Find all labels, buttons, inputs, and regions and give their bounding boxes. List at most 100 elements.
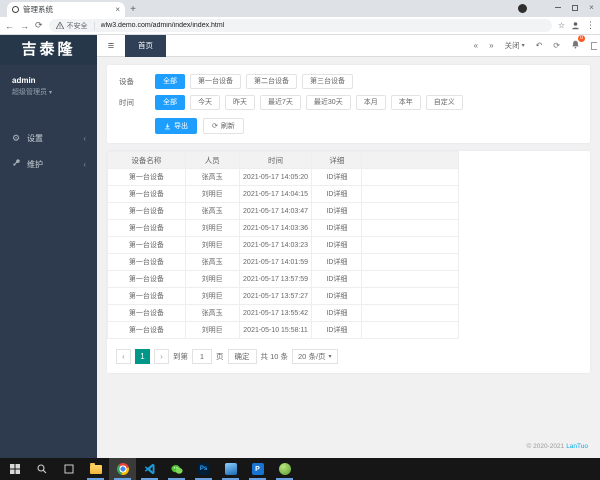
tab-home[interactable]: 首页: [125, 34, 166, 57]
p-app-icon: P: [251, 463, 264, 475]
cell-filler: [361, 270, 459, 288]
cell-device: 第一台设备: [107, 202, 186, 220]
time-filter-custom[interactable]: 自定义: [425, 95, 463, 110]
new-tab-button[interactable]: +: [125, 4, 141, 17]
taskbar-search-button[interactable]: [28, 458, 55, 480]
tab-favicon-icon: [12, 6, 19, 13]
not-secure-warning-icon: [55, 22, 64, 29]
taskbar-chrome[interactable]: [109, 458, 136, 480]
cell-person: 张高玉: [184, 253, 240, 271]
device-filter-3[interactable]: 第三台设备: [302, 74, 353, 89]
sidebar-menu: ⚙ 设置 ‹ 维护 ‹: [0, 125, 97, 177]
back-button[interactable]: ←: [5, 21, 14, 31]
cell-person: 刘明巨: [184, 185, 240, 203]
start-button[interactable]: [1, 458, 28, 480]
cell-detail[interactable]: ID详细: [311, 321, 363, 339]
hamburger-icon[interactable]: ≡: [97, 40, 125, 52]
page-size-select[interactable]: 20 条/页 ▾: [292, 349, 338, 364]
cell-detail[interactable]: ID详细: [311, 202, 363, 220]
omnibox-divider: [93, 21, 95, 30]
export-button[interactable]: 导出: [155, 118, 197, 134]
cell-detail[interactable]: ID详细: [311, 287, 363, 305]
taskbar-file-explorer[interactable]: [82, 458, 109, 480]
address-bar[interactable]: 不安全 wlw3.demo.com/admin/index/index.html: [48, 19, 552, 32]
taskbar-app-cube[interactable]: [217, 458, 244, 480]
cell-time: 2021-05-17 14:05:20: [238, 168, 313, 186]
goto-page-input[interactable]: [192, 349, 212, 364]
window-close-button[interactable]: ×: [583, 0, 600, 15]
cell-time: 2021-05-17 14:03:23: [238, 236, 313, 254]
browser-tab-strip: 管理系统 × + ×: [0, 0, 600, 17]
cell-device: 第一台设备: [107, 270, 186, 288]
brand-link[interactable]: LanTuo: [566, 443, 588, 450]
taskbar-photoshop[interactable]: Ps: [190, 458, 217, 480]
browser-toolbar: ← → ⟳ 不安全 wlw3.demo.com/admin/index/inde…: [0, 17, 600, 35]
filters-card: 设备 全部 第一台设备 第二台设备 第三台设备 时间 全部 今天 昨天 最近7天…: [107, 65, 590, 143]
window-minimize-button[interactable]: [549, 0, 566, 15]
cell-detail[interactable]: ID详细: [311, 185, 363, 203]
taskbar-app-p[interactable]: P: [244, 458, 271, 480]
device-filter-all[interactable]: 全部: [155, 74, 185, 89]
tab-close-icon[interactable]: ×: [115, 5, 120, 14]
cell-detail[interactable]: ID详细: [311, 236, 363, 254]
table-row: 第一台设备 刘明巨 2021-05-17 13:57:27 ID详细: [107, 287, 459, 305]
task-view-button[interactable]: [55, 458, 82, 480]
cell-detail[interactable]: ID详细: [311, 304, 363, 322]
cell-device: 第一台设备: [107, 287, 186, 305]
cell-device: 第一台设备: [107, 253, 186, 271]
prev-page-button[interactable]: ‹: [116, 349, 131, 364]
next-page-button[interactable]: ›: [154, 349, 169, 364]
refresh-page-icon[interactable]: ⟳: [553, 41, 560, 50]
notification-bell[interactable]: 0: [571, 35, 585, 51]
device-filter-1[interactable]: 第一台设备: [190, 74, 241, 89]
browser-menu-icon[interactable]: ⋮: [586, 20, 595, 31]
user-role-dropdown[interactable]: 超级管理员 ▾: [12, 87, 85, 97]
cell-person: 刘明巨: [184, 236, 240, 254]
cell-detail[interactable]: ID详细: [311, 253, 363, 271]
taskbar-wechat[interactable]: [163, 458, 190, 480]
window-maximize-button[interactable]: [566, 0, 583, 15]
current-page-button[interactable]: 1: [135, 349, 150, 364]
chevron-left-icon: ‹: [83, 159, 86, 169]
cell-filler: [361, 253, 459, 271]
table-row: 第一台设备 张高玉 2021-05-17 14:01:59 ID详细: [107, 253, 459, 271]
sidebar-item-maintenance[interactable]: 维护 ‹: [0, 151, 97, 177]
time-filter-today[interactable]: 今天: [190, 95, 220, 110]
fullscreen-icon[interactable]: [591, 41, 597, 50]
time-filter-month[interactable]: 本月: [355, 95, 386, 110]
cell-time: 2021-05-17 14:03:36: [238, 219, 313, 237]
bookmark-star-icon[interactable]: ☆: [558, 21, 565, 30]
cell-detail[interactable]: ID详细: [311, 219, 363, 237]
browser-avatar-icon[interactable]: [571, 21, 580, 30]
forward-button[interactable]: →: [20, 21, 29, 31]
time-filter-7days[interactable]: 最近7天: [260, 95, 301, 110]
chevron-left-icon: ‹: [83, 133, 86, 143]
time-filter-30days[interactable]: 最近30天: [305, 95, 351, 110]
undo-icon[interactable]: ↶: [536, 41, 543, 50]
content-area: 设备 全部 第一台设备 第二台设备 第三台设备 时间 全部 今天 昨天 最近7天…: [97, 57, 600, 458]
cell-time: 2021-05-17 13:57:27: [238, 287, 313, 305]
browser-tab[interactable]: 管理系统 ×: [7, 2, 125, 17]
time-filter-year[interactable]: 本年: [390, 95, 421, 110]
records-table: 设备名称 人员 时间 详细 第一台设备 张高玉 2021-05-17 14:05:2…: [107, 151, 459, 339]
cell-device: 第一台设备: [107, 304, 186, 322]
time-filter-all[interactable]: 全部: [155, 95, 185, 110]
taskbar-vscode[interactable]: [136, 458, 163, 480]
tabs-scroll-left-icon[interactable]: «: [474, 41, 478, 50]
time-filter-row: 时间 全部 今天 昨天 最近7天 最近30天 本月 本年 自定义: [119, 95, 580, 110]
cell-filler: [361, 236, 459, 254]
sidebar-item-settings[interactable]: ⚙ 设置 ‹: [0, 125, 97, 151]
time-filter-yesterday[interactable]: 昨天: [225, 95, 255, 110]
browser-profile-icon[interactable]: [518, 4, 527, 13]
close-tabs-dropdown[interactable]: 关闭 ▾: [505, 40, 525, 51]
device-filter-2[interactable]: 第二台设备: [246, 74, 297, 89]
confirm-button[interactable]: 确定: [227, 349, 257, 364]
tabs-scroll-right-icon[interactable]: »: [489, 41, 493, 50]
wechat-icon: [170, 464, 183, 474]
refresh-button[interactable]: ⟳ 刷新: [203, 118, 244, 134]
taskbar-app-green[interactable]: [271, 458, 298, 480]
cell-detail[interactable]: ID详细: [311, 270, 363, 288]
cell-detail[interactable]: ID详细: [311, 168, 363, 186]
reload-button[interactable]: ⟳: [35, 20, 43, 31]
copyright-footer: © 2020-2021 LanTuo: [527, 443, 589, 450]
